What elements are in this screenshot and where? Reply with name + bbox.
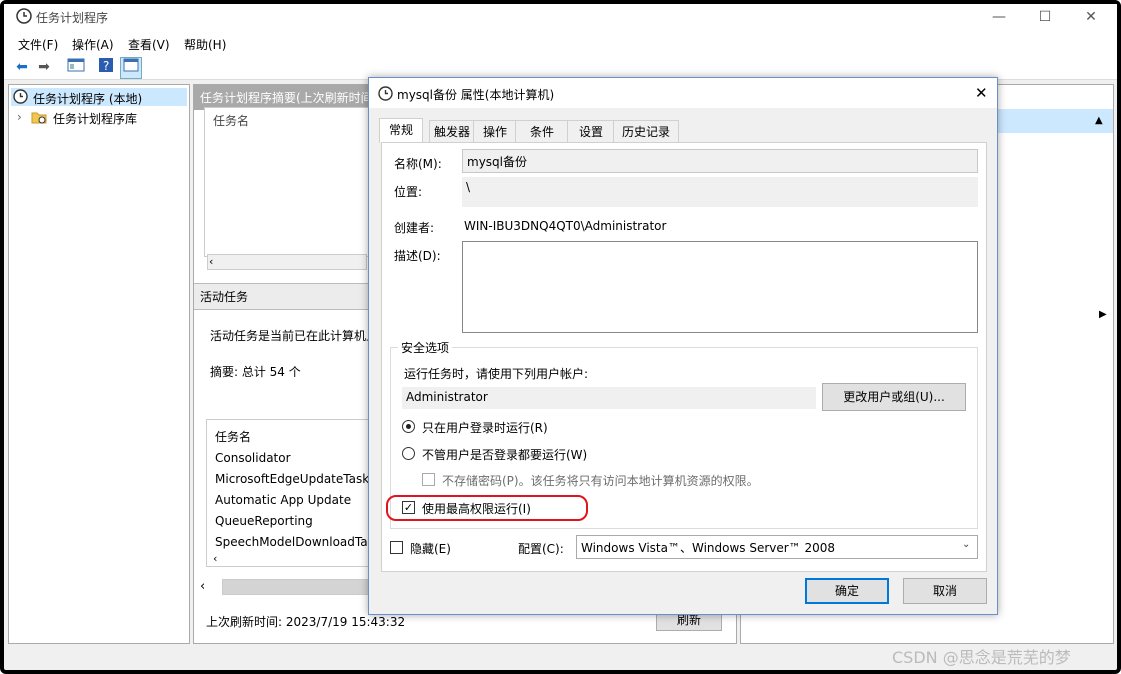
configure-for-select[interactable]: Windows Vista™、Windows Server™ 2008: [576, 535, 978, 559]
active-tasks-table: 任务名 Consolidator MicrosoftEdgeUpdateTask…: [206, 419, 376, 567]
menu-bar: 文件(F) 操作(A) 查看(V) 帮助(H): [4, 32, 1117, 54]
change-user-button[interactable]: 更改用户或组(U)...: [822, 383, 966, 411]
author-value: WIN-IBU3DNQ4QT0\Administrator: [464, 219, 667, 233]
scroll-left-icon[interactable]: ‹: [209, 255, 213, 268]
title-bar: [4, 4, 1117, 32]
table-row[interactable]: QueueReporting: [215, 514, 313, 528]
folder-icon: [31, 110, 47, 127]
forward-arrow-icon[interactable]: ➡: [34, 57, 54, 77]
scheduler-clock-icon: [16, 8, 32, 24]
name-field[interactable]: mysql备份: [462, 149, 978, 173]
tree-root-clock-icon: [13, 89, 28, 107]
last-refresh-time: 上次刷新时间: 2023/7/19 15:43:32: [206, 615, 406, 629]
table-row[interactable]: Automatic App Update: [215, 493, 351, 507]
no-store-password-checkbox[interactable]: [422, 473, 435, 486]
outer-scrollbar-thumb[interactable]: [222, 579, 372, 595]
navigation-tree: 任务计划程序 (本地) › 任务计划程序库: [8, 84, 190, 644]
scroll-left-icon[interactable]: ‹: [213, 552, 217, 565]
tree-library-label[interactable]: 任务计划程序库: [53, 110, 137, 127]
minimize-button[interactable]: —: [976, 4, 1022, 30]
configure-for-label: 配置(C):: [518, 542, 564, 556]
help-icon[interactable]: ?: [96, 57, 116, 77]
dialog-clock-icon: [378, 86, 393, 104]
menu-help[interactable]: 帮助(H): [184, 36, 226, 53]
highest-privileges-label[interactable]: 使用最高权限运行(I): [422, 500, 531, 517]
maximize-button[interactable]: ☐: [1022, 4, 1068, 30]
summary-partial-label: 任务名: [213, 114, 250, 128]
author-label: 创建者:: [394, 221, 435, 235]
tab-general[interactable]: 常规: [379, 118, 423, 143]
collapse-up-icon[interactable]: ▲: [1095, 115, 1103, 126]
hidden-label[interactable]: 隐藏(E): [410, 540, 451, 557]
dialog-title: mysql备份 属性(本地计算机): [397, 88, 555, 102]
run-as-prompt: 运行任务时，请使用下列用户帐户:: [404, 367, 589, 381]
user-account-field: Administrator: [402, 387, 816, 409]
description-label: 描述(D):: [394, 249, 441, 263]
tab-actions[interactable]: 操作: [473, 120, 517, 143]
active-tasks-desc: 活动任务是当前已在此计算机上: [210, 329, 379, 343]
name-label: 名称(M):: [394, 157, 442, 171]
table-row[interactable]: SpeechModelDownloadTa: [215, 535, 368, 549]
back-arrow-icon[interactable]: ⬅: [12, 57, 32, 77]
menu-view[interactable]: 查看(V): [128, 36, 170, 53]
chevron-down-icon[interactable]: ⌄: [962, 539, 970, 550]
menu-action[interactable]: 操作(A): [72, 36, 114, 53]
table-row[interactable]: Consolidator: [215, 451, 291, 465]
show-action-pane-icon[interactable]: [120, 57, 142, 79]
location-value: \: [462, 177, 978, 207]
tab-conditions[interactable]: 条件: [515, 120, 569, 143]
tree-root-label[interactable]: 任务计划程序 (本地): [33, 90, 142, 107]
show-hide-tree-icon[interactable]: [66, 57, 86, 77]
description-field[interactable]: [462, 241, 978, 333]
dialog-close-button[interactable]: ✕: [975, 84, 988, 102]
properties-dialog: mysql备份 属性(本地计算机) ✕ 常规 触发器 操作 条件 设置 历史记录…: [368, 77, 998, 615]
table-row[interactable]: MicrosoftEdgeUpdateTask: [215, 472, 369, 486]
hidden-checkbox[interactable]: [390, 541, 403, 554]
tab-triggers[interactable]: 触发器: [429, 120, 475, 143]
table-header-task-name[interactable]: 任务名: [215, 428, 251, 445]
window-title: 任务计划程序: [36, 11, 109, 25]
cancel-button[interactable]: 取消: [903, 578, 987, 604]
expand-right-icon[interactable]: ▶: [1099, 309, 1107, 320]
svg-text:?: ?: [103, 59, 109, 73]
ok-button[interactable]: 确定: [805, 578, 889, 604]
radio-run-whether-logged-on[interactable]: [402, 447, 415, 460]
tab-settings[interactable]: 设置: [567, 120, 615, 143]
radio-run-whether-logged-on-label[interactable]: 不管用户是否登录都要运行(W): [422, 446, 587, 463]
close-button[interactable]: ✕: [1068, 4, 1114, 30]
summary-scrollbar[interactable]: [207, 254, 367, 270]
security-group-title: 安全选项: [398, 339, 453, 356]
tasks-summary-count: 摘要: 总计 54 个: [210, 365, 301, 379]
general-tab-panel: 名称(M): mysql备份 位置: \ 创建者: WIN-IBU3DNQ4QT…: [381, 142, 987, 572]
no-store-password-label[interactable]: 不存储密码(P)。该任务将只有访问本地计算机资源的权限。: [442, 472, 759, 489]
radio-run-logged-on[interactable]: [402, 420, 415, 433]
highest-privileges-checkbox[interactable]: ✓: [402, 501, 415, 514]
menu-file[interactable]: 文件(F): [18, 36, 58, 53]
outer-scroll-left-icon[interactable]: ‹: [200, 579, 205, 594]
radio-run-logged-on-label[interactable]: 只在用户登录时运行(R): [422, 419, 548, 436]
watermark: CSDN @思念是荒芜的梦: [892, 648, 1071, 667]
location-label: 位置:: [394, 185, 423, 199]
expand-chevron-icon[interactable]: ›: [17, 110, 22, 124]
tab-history[interactable]: 历史记录: [613, 120, 679, 143]
